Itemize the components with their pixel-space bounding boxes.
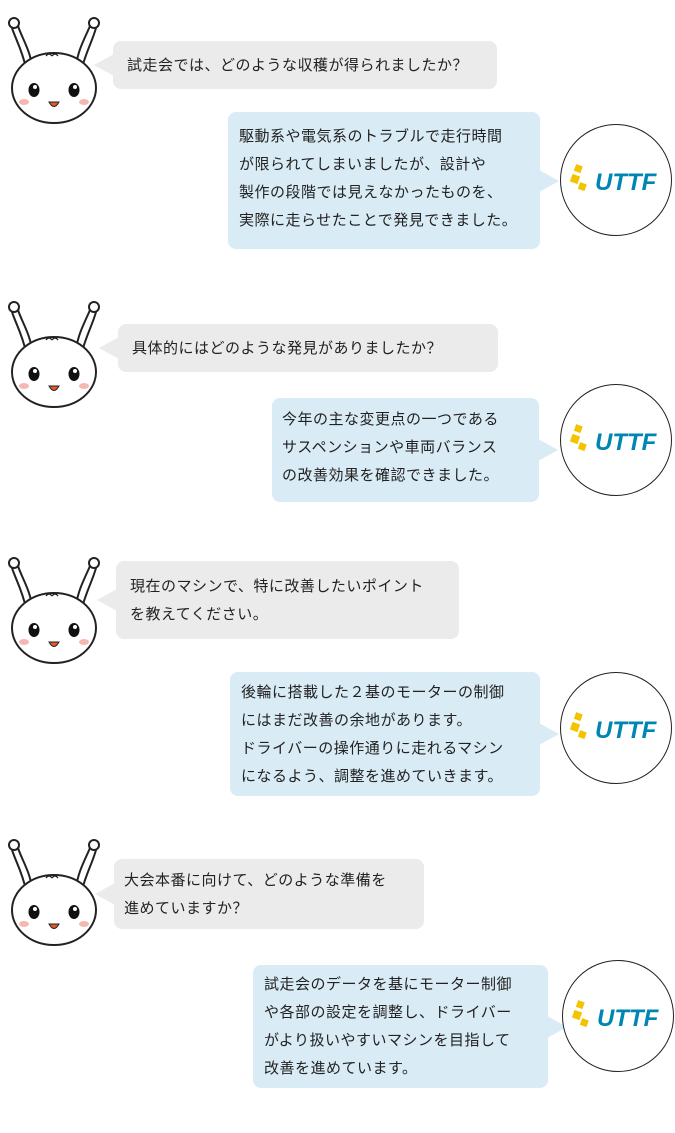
question-bubble-1: 試走会では、どのような収穫が得られましたか？ [94,41,497,89]
answer-bubble-3: 後輪に搭載した２基のモーターの制御 にはまだ改善の余地があります。 ドライバーの… [230,672,559,796]
question-bubble-2: 具体的にはどのような発見がありましたか？ [99,324,498,372]
answer-bubble-2: 今年の主な変更点の一つである サスペンションや車両バランス の改善効果を確認でき… [272,398,558,502]
svg-text:UTTF: UTTF [595,169,658,196]
uttf-logo: UTTF [560,384,672,496]
svg-text:UTTF: UTTF [595,717,658,744]
uttf-logo: UTTF [560,672,672,784]
answer-bubble-1: 駆動系や電気系のトラブルで走行時間 が限られてしまいましたが、設計や 製作の段階… [228,112,559,249]
uttf-logo: UTTF [562,960,674,1072]
svg-text:UTTF: UTTF [597,1005,660,1032]
uttf-logo: UTTF [560,124,672,236]
answer-bubble-4: 試走会のデータを基にモーター制御 や各部の設定を調整し、ドライバー がより扱いや… [253,965,567,1088]
interviewer-mascot [4,294,114,410]
question-bubble-3: 現在のマシンで、特に改善したいポイント を教えてください。 [97,561,459,639]
svg-text:UTTF: UTTF [595,429,658,456]
question-bubble-4: 大会本番に向けて、どのような準備を 進めていますか？ [95,859,424,929]
